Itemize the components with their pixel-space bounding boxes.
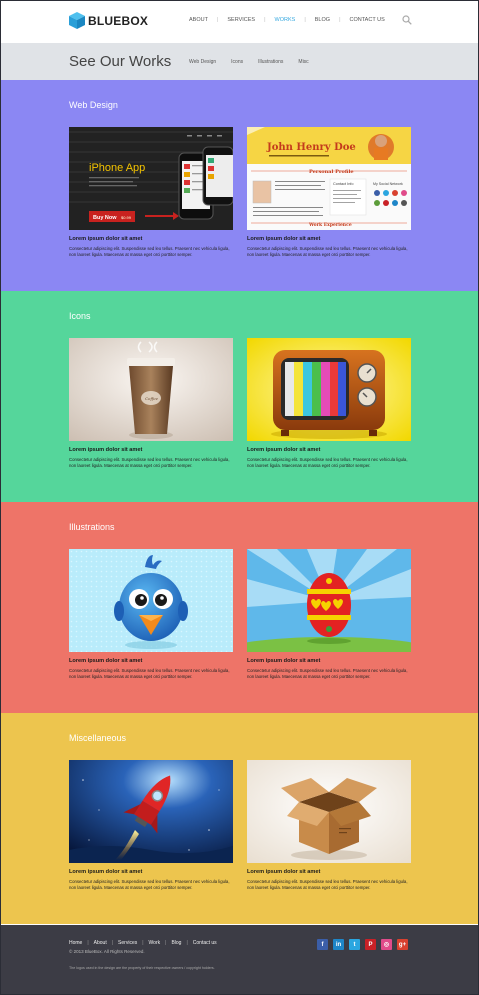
footer-nav: Home | About | Services | Work | Blog | … bbox=[69, 940, 217, 946]
logo[interactable]: BLUEBOX bbox=[69, 12, 148, 29]
section-illustrations: Illustrations Lorem ipsum dolor sit amet… bbox=[1, 502, 478, 713]
nav-item-contact[interactable]: CONTACT US bbox=[350, 17, 385, 23]
filter-misc[interactable]: Misc bbox=[298, 59, 308, 65]
googleplus-icon[interactable]: g+ bbox=[397, 939, 408, 950]
footer-note: The logos used in the design are the pro… bbox=[69, 966, 215, 970]
page-title-bar: See Our Works Web Design Icons Illustrat… bbox=[1, 43, 478, 80]
thumb-easter-egg[interactable] bbox=[247, 549, 411, 652]
card-title[interactable]: Lorem ipsum dolor sit amet bbox=[69, 869, 233, 875]
portfolio-card[interactable]: Lorem ipsum dolor sit amet Consectetur a… bbox=[69, 760, 233, 890]
section-title: Web Design bbox=[69, 100, 118, 110]
nav-separator: | bbox=[304, 17, 306, 23]
footer-separator: | bbox=[111, 940, 114, 946]
card-title[interactable]: Lorem ipsum dolor sit amet bbox=[247, 447, 411, 453]
card-description: Consectetur adipiscing elit. Suspendisse… bbox=[247, 668, 408, 679]
portfolio-card[interactable]: John Henry Doe Personal Profile Contact … bbox=[247, 127, 411, 257]
thumb-price: $0.99 bbox=[121, 215, 132, 220]
thumb-coffee-cup[interactable]: Coffee bbox=[69, 338, 233, 441]
card-title[interactable]: Lorem ipsum dolor sit amet bbox=[69, 236, 233, 242]
footer-separator: | bbox=[142, 940, 144, 946]
card-title[interactable]: Lorem ipsum dolor sit amet bbox=[247, 236, 411, 242]
thumb-iphone-app[interactable]: iPhone App Buy Now $0.99 bbox=[69, 127, 233, 230]
card-description: Consectetur adipiscing elit. Suspendisse… bbox=[69, 457, 230, 468]
footer-separator: | bbox=[87, 940, 89, 946]
card-description: Consectetur adipiscing elit. Suspendisse… bbox=[247, 246, 408, 257]
nav-item-services[interactable]: SERVICES bbox=[227, 17, 255, 23]
section-title: Miscellaneous bbox=[69, 733, 127, 743]
portfolio-card[interactable]: Coffee Lorem ipsum dolor sit amet Consec… bbox=[69, 338, 233, 468]
thumb-section-profile: Personal Profile bbox=[309, 169, 354, 175]
card-description: Consectetur adipiscing elit. Suspendisse… bbox=[247, 879, 408, 890]
footer-link-services[interactable]: Services bbox=[118, 940, 137, 946]
linkedin-icon[interactable]: in bbox=[333, 939, 344, 950]
portfolio-card[interactable]: Lorem ipsum dolor sit amet Consectetur a… bbox=[247, 338, 411, 468]
social-links: f in t P ◎ g+ bbox=[317, 939, 413, 950]
thumb-resume-profile[interactable]: John Henry Doe Personal Profile Contact … bbox=[247, 127, 411, 230]
thumb-social-network: My Social Network bbox=[373, 182, 403, 186]
thumb-retro-tv[interactable] bbox=[247, 338, 411, 441]
nav-separator: | bbox=[264, 17, 266, 23]
copyright: © 2013 BlueBox. All Rights Reserved. bbox=[69, 949, 145, 954]
thumb-blue-bird[interactable] bbox=[69, 549, 233, 652]
card-description: Consectetur adipiscing elit. Suspendisse… bbox=[69, 879, 230, 890]
brand-name: BLUEBOX bbox=[88, 13, 149, 28]
section-title: Illustrations bbox=[69, 522, 115, 532]
portfolio-card[interactable]: Lorem ipsum dolor sit amet Consectetur a… bbox=[247, 549, 411, 679]
filter-illustrations[interactable]: Illustrations bbox=[258, 59, 283, 65]
filter-icons[interactable]: Icons bbox=[231, 59, 243, 65]
card-description: Consectetur adipiscing elit. Suspendisse… bbox=[69, 246, 230, 257]
nav-separator: | bbox=[339, 17, 341, 23]
footer-link-about[interactable]: About bbox=[94, 940, 107, 946]
section-web-design: Web Design iPhone App Buy Now $0.99 Lore… bbox=[1, 80, 478, 291]
thumb-buy-button: Buy Now bbox=[93, 215, 117, 221]
footer-separator: | bbox=[186, 940, 188, 946]
nav-item-works[interactable]: WORKS bbox=[275, 17, 296, 23]
card-description: Consectetur adipiscing elit. Suspendisse… bbox=[247, 457, 408, 468]
card-title[interactable]: Lorem ipsum dolor sit amet bbox=[69, 658, 233, 664]
card-title[interactable]: Lorem ipsum dolor sit amet bbox=[247, 869, 411, 875]
card-title[interactable]: Lorem ipsum dolor sit amet bbox=[247, 658, 411, 664]
thumb-name: John Henry Doe bbox=[266, 142, 356, 153]
facebook-icon[interactable]: f bbox=[317, 939, 328, 950]
section-title: Icons bbox=[69, 311, 91, 321]
footer-link-contact[interactable]: Contact us bbox=[193, 940, 217, 946]
portfolio-filters: Web Design Icons Illustrations Misc bbox=[189, 59, 324, 65]
page-title: See Our Works bbox=[69, 53, 172, 70]
footer-link-work[interactable]: Work bbox=[149, 940, 161, 946]
section-icons: Icons Coffee Lorem ipsum dolor sit amet … bbox=[1, 291, 478, 502]
twitter-icon[interactable]: t bbox=[349, 939, 360, 950]
footer-link-blog[interactable]: Blog bbox=[171, 940, 181, 946]
card-description: Consectetur adipiscing elit. Suspendisse… bbox=[69, 668, 230, 679]
cup-label: Coffee bbox=[145, 396, 159, 401]
page-frame: BLUEBOX ABOUT | SERVICES | WORKS | BLOG … bbox=[0, 0, 479, 995]
portfolio-card[interactable]: iPhone App Buy Now $0.99 Lorem ipsum dol… bbox=[69, 127, 233, 257]
site-footer: Home | About | Services | Work | Blog | … bbox=[1, 925, 478, 994]
footer-link-home[interactable]: Home bbox=[69, 940, 82, 946]
cube-icon bbox=[69, 12, 85, 29]
filter-web-design[interactable]: Web Design bbox=[189, 59, 216, 65]
thumb-section-experience: Work Experience bbox=[308, 222, 352, 228]
thumb-heading: iPhone App bbox=[89, 162, 145, 174]
nav-separator: | bbox=[216, 17, 219, 23]
nav-item-blog[interactable]: BLOG bbox=[315, 17, 330, 23]
section-miscellaneous: Miscellaneous Lorem ipsum dolor sit amet… bbox=[1, 713, 478, 924]
nav-item-about[interactable]: ABOUT bbox=[189, 17, 208, 23]
portfolio-card[interactable]: Lorem ipsum dolor sit amet Consectetur a… bbox=[69, 549, 233, 679]
thumb-cardboard-box[interactable] bbox=[247, 760, 411, 863]
pinterest-icon[interactable]: P bbox=[365, 939, 376, 950]
dribbble-icon[interactable]: ◎ bbox=[381, 939, 392, 950]
main-nav: ABOUT | SERVICES | WORKS | BLOG | CONTAC… bbox=[189, 17, 385, 23]
thumb-contact-info: Contact Info bbox=[333, 182, 353, 186]
portfolio-card[interactable]: Lorem ipsum dolor sit amet Consectetur a… bbox=[247, 760, 411, 890]
search-icon[interactable] bbox=[402, 15, 412, 25]
site-header: BLUEBOX ABOUT | SERVICES | WORKS | BLOG … bbox=[1, 1, 478, 43]
footer-separator: | bbox=[165, 940, 167, 946]
thumb-rocket[interactable] bbox=[69, 760, 233, 863]
card-title[interactable]: Lorem ipsum dolor sit amet bbox=[69, 447, 233, 453]
